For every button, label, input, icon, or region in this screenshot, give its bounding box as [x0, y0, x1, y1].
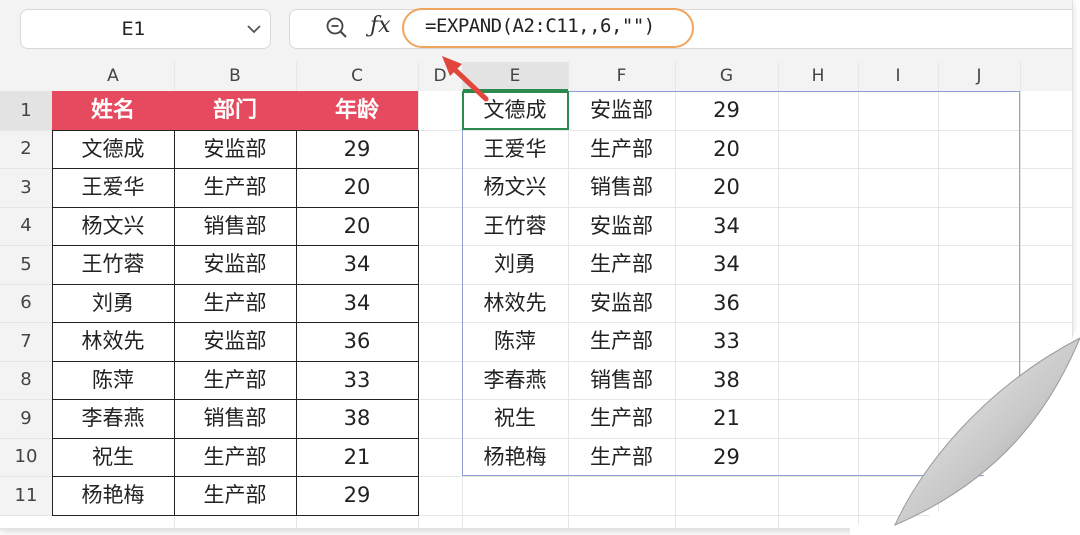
- table-border-horizontal: [52, 284, 419, 285]
- formula-highlight-outline: [402, 8, 694, 48]
- table-border-vertical: [296, 130, 297, 516]
- table-border-horizontal: [52, 207, 419, 208]
- source-table-cell[interactable]: 王爱华: [52, 168, 174, 207]
- table-border-horizontal: [52, 515, 419, 516]
- source-header-cell[interactable]: 部门: [174, 91, 296, 130]
- source-table-cell[interactable]: 生产部: [174, 438, 296, 476]
- source-table-cell[interactable]: 陈萍: [52, 361, 174, 399]
- source-table-cell[interactable]: 安监部: [174, 245, 296, 284]
- row-header-1[interactable]: 1: [0, 91, 52, 130]
- annotation-arrow: [442, 56, 489, 102]
- fx-icon[interactable]: ƒx: [370, 13, 391, 38]
- table-border-horizontal: [52, 476, 419, 477]
- table-border-vertical: [52, 130, 53, 516]
- source-table-cell[interactable]: 29: [296, 130, 418, 168]
- source-table-cell[interactable]: 生产部: [174, 361, 296, 399]
- table-border-horizontal: [52, 168, 419, 169]
- source-table-cell[interactable]: 杨艳梅: [52, 476, 174, 515]
- table-border-horizontal: [52, 130, 419, 131]
- table-border-horizontal: [52, 322, 419, 323]
- row-header-3[interactable]: 3: [0, 168, 52, 207]
- row-header-10[interactable]: 10: [0, 438, 52, 476]
- table-border-horizontal: [52, 438, 419, 439]
- source-table-cell[interactable]: 34: [296, 284, 418, 322]
- source-table-cell[interactable]: 祝生: [52, 438, 174, 476]
- zoom-out-icon[interactable]: [325, 16, 349, 40]
- chevron-down-icon[interactable]: [246, 22, 262, 36]
- column-header-f[interactable]: F: [568, 62, 675, 91]
- formula-toolbar: E1 ƒx =EXPAND(A2:C11,,6,""): [0, 0, 1072, 62]
- table-border-horizontal: [52, 245, 419, 246]
- source-table-cell[interactable]: 34: [296, 245, 418, 284]
- table-border-horizontal: [52, 399, 419, 400]
- source-table-cell[interactable]: 21: [296, 438, 418, 476]
- column-header-g[interactable]: G: [675, 62, 778, 91]
- source-table-cell[interactable]: 王竹蓉: [52, 245, 174, 284]
- source-table-cell[interactable]: 安监部: [174, 130, 296, 168]
- column-header-a[interactable]: A: [52, 62, 174, 91]
- row-header-5[interactable]: 5: [0, 245, 52, 284]
- column-header-row: ABCDEFGHIJ: [0, 62, 1072, 138]
- row-header-11[interactable]: 11: [0, 476, 52, 515]
- row-header-8[interactable]: 8: [0, 361, 52, 399]
- source-table-cell[interactable]: 刘勇: [52, 284, 174, 322]
- source-table-cell[interactable]: 29: [296, 476, 418, 515]
- source-table-cell[interactable]: 生产部: [174, 168, 296, 207]
- column-header-b[interactable]: B: [174, 62, 296, 91]
- source-table-cell[interactable]: 林效先: [52, 322, 174, 361]
- name-box[interactable]: E1: [20, 9, 271, 49]
- source-header-cell[interactable]: 姓名: [52, 91, 174, 130]
- source-table-cell[interactable]: 销售部: [174, 399, 296, 438]
- source-table-cell[interactable]: 生产部: [174, 476, 296, 515]
- source-table-cell[interactable]: 20: [296, 207, 418, 245]
- source-table-cell[interactable]: 销售部: [174, 207, 296, 245]
- page-curl-decoration: [850, 320, 1080, 535]
- column-header-i[interactable]: I: [858, 62, 938, 91]
- row-header-4[interactable]: 4: [0, 207, 52, 245]
- row-header-9[interactable]: 9: [0, 399, 52, 438]
- row-header-2[interactable]: 2: [0, 130, 52, 168]
- source-table-cell[interactable]: 36: [296, 322, 418, 361]
- source-table-cell[interactable]: 38: [296, 399, 418, 438]
- source-table-cell[interactable]: 杨文兴: [52, 207, 174, 245]
- source-table-cell[interactable]: 文德成: [52, 130, 174, 168]
- table-border-vertical: [418, 130, 419, 516]
- table-border-horizontal: [52, 361, 419, 362]
- name-box-value: E1: [121, 18, 146, 40]
- source-table-cell[interactable]: 20: [296, 168, 418, 207]
- row-header-7[interactable]: 7: [0, 322, 52, 361]
- source-table-cell[interactable]: 安监部: [174, 322, 296, 361]
- column-header-h[interactable]: H: [778, 62, 858, 91]
- source-header-cell[interactable]: 年龄: [296, 91, 418, 130]
- source-table-cell[interactable]: 33: [296, 361, 418, 399]
- row-header-6[interactable]: 6: [0, 284, 52, 322]
- source-table-cell[interactable]: 生产部: [174, 284, 296, 322]
- source-table-cell[interactable]: 李春燕: [52, 399, 174, 438]
- table-border-vertical: [174, 130, 175, 516]
- column-header-c[interactable]: C: [296, 62, 418, 91]
- column-header-j[interactable]: J: [938, 62, 1020, 91]
